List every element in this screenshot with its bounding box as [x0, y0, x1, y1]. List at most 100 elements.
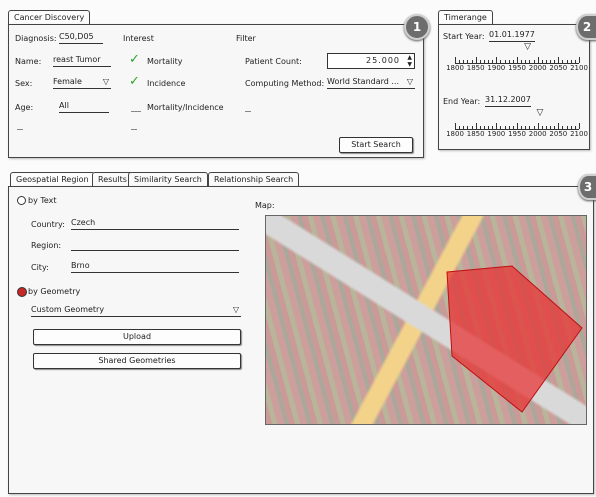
region-field[interactable]	[71, 238, 239, 251]
scale-tick	[467, 60, 469, 63]
scale-tick	[533, 126, 535, 129]
scale-tick	[537, 57, 539, 63]
scale-tick	[492, 126, 494, 129]
country-field[interactable]: Czech	[71, 217, 239, 230]
geometry-select[interactable]: Custom Geometry ▽	[31, 304, 241, 317]
mortality-check-icon[interactable]: ✓	[129, 53, 140, 66]
end-slider-handle-icon[interactable]: ▽	[537, 108, 544, 118]
scale-tick	[479, 60, 481, 63]
end-year-field[interactable]: 31.12.2007	[485, 94, 531, 107]
mortality-label: Mortality	[147, 57, 183, 66]
map-view[interactable]	[265, 215, 587, 425]
scale-tick	[566, 126, 568, 129]
stepper-arrows-icon[interactable]: ▲ ▼	[407, 54, 412, 68]
geometry-polygon-layer[interactable]	[266, 216, 586, 424]
scale-label: 2100	[570, 130, 588, 138]
incidence-label: Incidence	[147, 79, 186, 88]
radio-selected-icon[interactable]	[17, 287, 27, 297]
scale-tick	[574, 60, 576, 63]
scale-tick	[488, 126, 490, 129]
name-field[interactable]: reast Tumor	[53, 54, 111, 67]
scale-tick	[550, 60, 552, 63]
patient-count-stepper[interactable]: 25.000 ▲ ▼	[327, 53, 415, 69]
scale-label: 1950	[508, 64, 526, 72]
scale-tick	[525, 126, 527, 129]
geometry-polygon[interactable]	[446, 265, 583, 413]
tab-relationship-search[interactable]: Relationship Search	[208, 172, 300, 186]
scale-tick	[562, 60, 564, 63]
start-year-scale[interactable]: ▽ 1800 1850 1900 1950 2000 2050 2100	[446, 42, 588, 72]
sex-select[interactable]: Female ▽	[53, 76, 111, 89]
country-label: Country:	[31, 220, 65, 229]
radio-icon[interactable]	[17, 196, 26, 205]
step-badge-3: 3	[578, 174, 596, 200]
computing-method-select[interactable]: World Standard ... ▽	[327, 76, 415, 89]
scale-tick	[488, 60, 490, 63]
step-badge-2: 2	[576, 14, 596, 40]
computing-method-label: Computing Method:	[245, 79, 325, 88]
scale-tick	[512, 60, 514, 63]
tab-similarity-search[interactable]: Similarity Search	[128, 172, 208, 186]
interest-placeholder-dash	[131, 129, 137, 130]
map-label: Map:	[255, 201, 275, 210]
name-placeholder-dash	[17, 129, 23, 130]
tab-results[interactable]: Results	[92, 172, 133, 186]
scale-label: 2100	[570, 64, 588, 72]
tab-timerange[interactable]: Timerange	[438, 10, 493, 24]
scale-tick	[471, 126, 473, 129]
scale-tick	[541, 126, 543, 129]
scale-tick	[467, 126, 469, 129]
scale-tick	[537, 123, 539, 129]
computing-method-value: World Standard ...	[327, 77, 400, 86]
chevron-down-icon[interactable]: ▽	[103, 76, 109, 88]
scale-tick	[517, 57, 518, 63]
start-year-field[interactable]: 01.01.1977	[489, 29, 535, 42]
scale-label: 1850	[466, 130, 485, 138]
scale-label: 1800	[446, 130, 464, 138]
timerange-panel: Start Year: 01.01.1977 ▽ 1800 1850 1900 195…	[438, 24, 590, 150]
scale-tick	[566, 60, 568, 63]
scale-tick	[521, 126, 523, 129]
filter-label: Filter	[236, 34, 256, 43]
diagnosis-field[interactable]: C50,D05	[59, 31, 103, 44]
scale-tick	[550, 126, 552, 129]
scale-label: 1900	[487, 130, 506, 138]
interest-label: Interest	[123, 34, 154, 43]
scale-tick	[504, 126, 506, 129]
end-year-scale[interactable]: ▽ 1800 1850 1900 1950 2000 2050 2100	[446, 108, 588, 138]
scale-tick	[545, 60, 547, 63]
scale-tick	[570, 126, 572, 129]
incidence-check-icon[interactable]: ✓	[129, 75, 140, 88]
scale-tick	[471, 60, 473, 63]
city-field[interactable]: Brno	[71, 260, 239, 273]
chevron-down-icon[interactable]: ▽	[233, 304, 239, 316]
start-search-button[interactable]: Start Search	[339, 137, 413, 153]
step-badge-1: 1	[404, 14, 430, 40]
scale-tick	[504, 60, 506, 63]
age-field[interactable]: All	[59, 100, 109, 113]
scale-label: 2000	[528, 130, 547, 138]
region-label: Region:	[31, 241, 62, 250]
scale-tick	[455, 57, 456, 63]
start-slider-handle-icon[interactable]: ▽	[524, 42, 531, 52]
diagnosis-label: Diagnosis:	[15, 34, 57, 43]
upload-button[interactable]: Upload	[33, 329, 241, 345]
scale-tick	[500, 126, 502, 129]
name-label: Name:	[15, 57, 42, 66]
scale-tick	[558, 123, 560, 129]
geometry-select-value: Custom Geometry	[31, 305, 105, 314]
shared-geometries-button[interactable]: Shared Geometries	[33, 353, 241, 369]
scale-tick	[459, 60, 461, 63]
mortality-incidence-checkbox[interactable]	[131, 111, 141, 112]
tab-cancer-discovery[interactable]: Cancer Discovery	[8, 10, 91, 24]
chevron-down-icon[interactable]: ▽	[407, 76, 413, 88]
patient-count-value: 25.000	[366, 56, 400, 65]
scale-tick	[521, 60, 523, 63]
scale-tick	[554, 126, 556, 129]
scale-tick	[479, 126, 481, 129]
scale-label: 2000	[528, 64, 547, 72]
scale-tick	[541, 60, 543, 63]
mortality-incidence-label: Mortality/Incidence	[147, 103, 224, 112]
search-panel: Diagnosis: C50,D05 Interest Filter Name:…	[8, 24, 424, 158]
tab-geospatial-region[interactable]: Geospatial Region	[10, 172, 95, 186]
